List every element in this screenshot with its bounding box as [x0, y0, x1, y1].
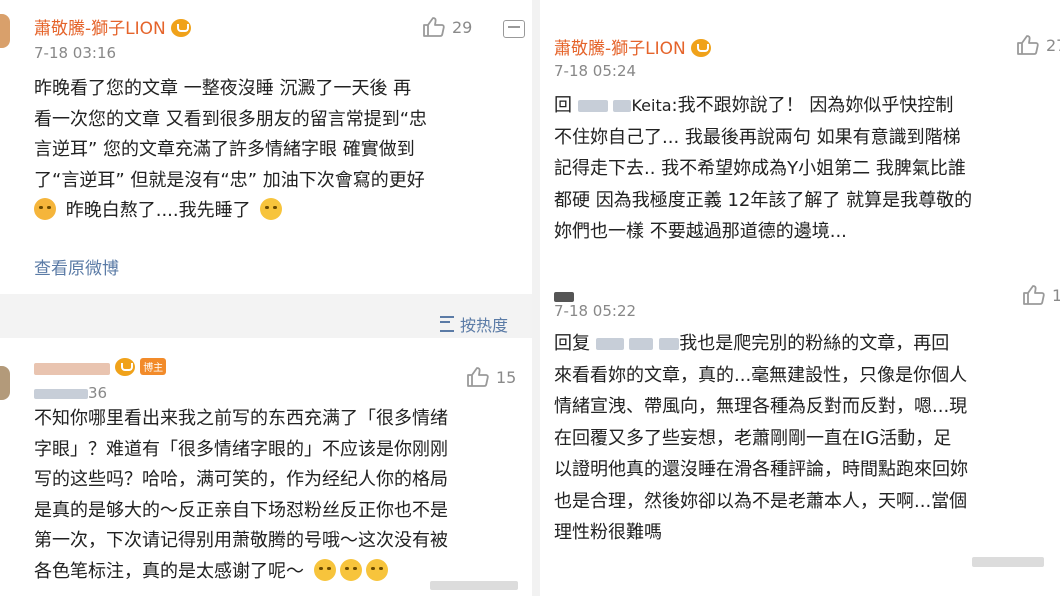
like-count: 11 — [1052, 285, 1060, 305]
reply-body: 不知你哪里看出来我之前写的东西充满了「很多情绪 字眼」？难道有「很多情绪字眼的」… — [34, 404, 448, 587]
post-timestamp: 7-18 05:24 — [554, 62, 637, 80]
reply-line: 字眼」？难道有「很多情绪字眼的」不应该是你刚刚 — [34, 438, 448, 460]
blogger-badge: 博主 — [140, 358, 167, 375]
blurred-username — [34, 362, 110, 375]
left-screenshot-panel: 蕭敬騰-獅子LION 7-18 03:16 29 昨晚看了您的文章 一整夜沒睡 … — [0, 0, 532, 596]
watermark — [972, 554, 1044, 568]
grimace-emoji-icon — [313, 558, 336, 581]
like-button[interactable]: 15 — [466, 366, 516, 388]
like-count: 29 — [452, 17, 473, 37]
post-body: 昨晚看了您的文章 一整夜沒睡 沉澱了一天後 再 看一次您的文章 又看到很多朋友的… — [34, 74, 427, 227]
reply-line: 写的这些吗？哈哈，满可笑的，作为经纪人你的格局 — [34, 469, 448, 490]
reply-line: 情緒宣洩、帶風向，無理各種為反對而反對，嗯...現 — [554, 396, 968, 417]
post-line: 言逆耳” 您的文章充滿了許多情緒字眼 確實做到 — [34, 139, 415, 160]
post-line: 記得走下去.. 我不希望妳成為Y小姐第二 我脾氣比誰 — [554, 158, 966, 179]
reply-line: 以證明他真的還沒睡在滑各種評論，時間點跑來回妳 — [554, 459, 968, 480]
post-line: 不住妳自己了... 我最後再說兩句 如果有意識到階梯 — [554, 126, 961, 148]
post-body: 回 Keita:我不跟妳說了！ 因為妳似乎快控制 不住妳自己了... 我最後再說… — [554, 90, 972, 248]
thumbs-up-icon — [467, 367, 489, 387]
thumbs-up-icon — [1023, 285, 1045, 305]
verified-icon — [691, 39, 712, 57]
reply-line: 不知你哪里看出来我之前写的东西充满了「很多情绪 — [34, 408, 448, 429]
like-button[interactable]: 29 — [422, 16, 472, 38]
watermark — [430, 578, 518, 592]
reply-body: 回复 我也是爬完別的粉絲的文章，再回 來看看妳的文章，真的...毫無建設性，只像… — [554, 328, 968, 549]
blurred-mention — [577, 100, 608, 112]
reply-line: 是真的是够大的～反正亲自下场怼粉丝反正你也不是 — [34, 499, 448, 521]
verified-icon — [171, 19, 192, 37]
post-username[interactable]: 蕭敬騰-獅子LION — [34, 14, 192, 39]
post-line: 昨晚看了您的文章 一整夜沒睡 沉澱了一天後 再 — [34, 78, 412, 99]
like-button[interactable]: 11 — [1022, 284, 1060, 306]
blurred-timestamp — [34, 388, 88, 399]
post-line: 回 Keita:我不跟妳說了！ 因為妳似乎快控制 — [554, 95, 954, 116]
thumbs-up-icon — [1017, 35, 1039, 55]
view-original-link[interactable]: 查看原微博 — [34, 254, 119, 279]
reply-timestamp: 36 — [34, 384, 107, 402]
post-line: 看一次您的文章 又看到很多朋友的留言常提到“忠 — [34, 108, 428, 130]
avatar[interactable] — [0, 366, 10, 400]
reply-line: 理性粉很難嗎 — [554, 522, 662, 543]
reply-line: 在回覆又多了些妄想，老蕭剛剛一直在IG活動，足 — [554, 427, 952, 449]
blurred-username — [554, 291, 574, 302]
reply-username[interactable]: 博主 — [34, 358, 167, 377]
sort-by-popularity-button[interactable]: 按热度 — [440, 312, 508, 336]
verified-icon — [115, 358, 136, 376]
like-count: 27 — [1046, 35, 1060, 55]
post-timestamp: 7-18 03:16 — [34, 44, 117, 62]
right-screenshot-panel: 蕭敬騰-獅子LION 7-18 05:24 27 回 Keita:我不跟妳說了！… — [540, 0, 1060, 596]
like-button[interactable]: 27 — [1016, 34, 1060, 56]
reply-line: 來看看妳的文章，真的...毫無建設性，只像是你個人 — [554, 364, 968, 386]
avatar[interactable] — [0, 14, 10, 48]
comment-icon[interactable] — [503, 20, 525, 38]
reply-line: 也是合理，然後妳卻以為不是老蕭本人，天啊...當個 — [554, 490, 968, 512]
post-username[interactable]: 蕭敬騰-獅子LION — [554, 34, 712, 59]
reply-line: 各色笔标注，真的是太感谢了呢～ — [34, 557, 448, 588]
post-line: 了“言逆耳” 但就是沒有“忠” 加油下次會寫的更好 — [34, 169, 425, 191]
reply-line: 第一次，下次请记得别用萧敬腾的号哦～这次没有被 — [34, 530, 448, 551]
post-line: 都硬 因為我極度正義 12年該了解了 就算是我尊敬的 — [554, 189, 973, 211]
post-line: 昨晚白熬了....我先睡了 — [34, 196, 427, 227]
reply-timestamp: 7-18 05:22 — [554, 302, 637, 320]
grimace-emoji-icon — [365, 558, 388, 581]
sleepy-emoji-icon — [260, 198, 283, 220]
panel-divider — [532, 0, 540, 596]
sort-icon — [440, 316, 454, 332]
grimace-emoji-icon — [339, 558, 362, 581]
blurred-mention — [595, 338, 624, 350]
post-line: 妳們也一樣 不要越過那道德的邊境... — [554, 221, 847, 242]
kiss-emoji-icon — [34, 198, 56, 220]
reply-line: 回复 我也是爬完別的粉絲的文章，再回 — [554, 333, 950, 354]
thumbs-up-icon — [423, 17, 445, 37]
like-count: 15 — [496, 367, 517, 387]
